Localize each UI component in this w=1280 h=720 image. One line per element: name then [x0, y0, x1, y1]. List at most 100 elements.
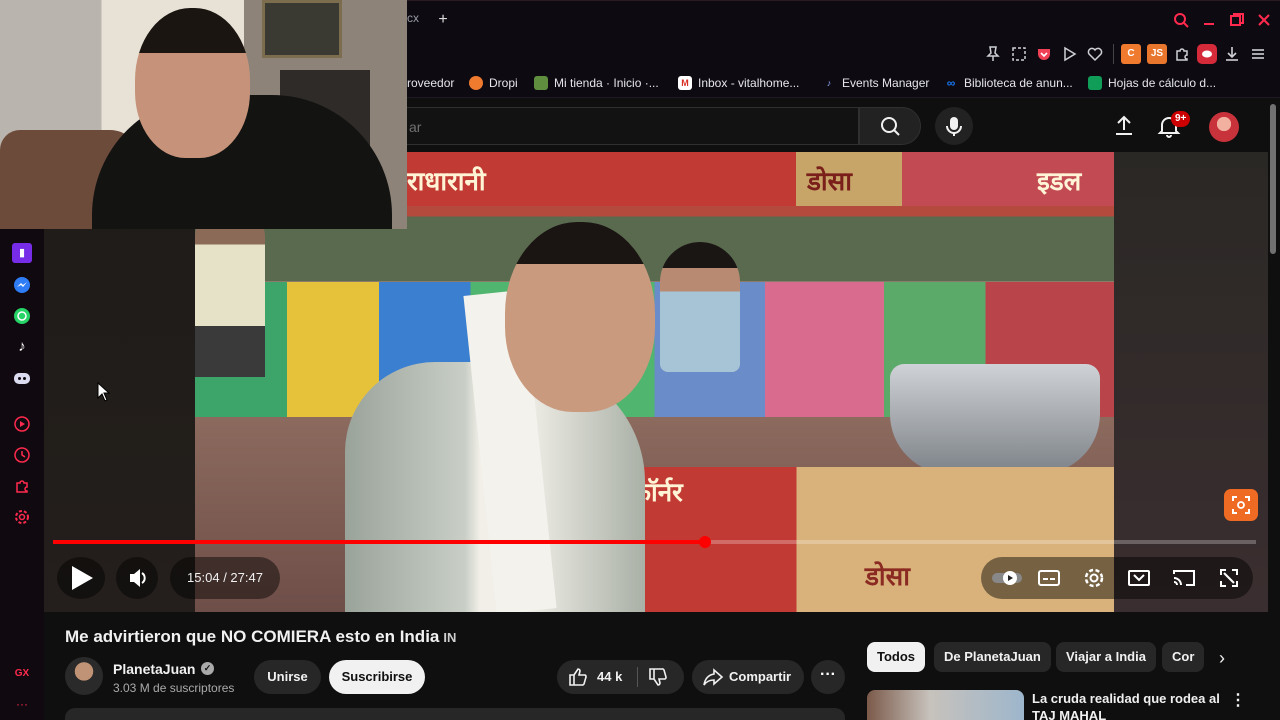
bookmark-label: Dropi [489, 76, 518, 90]
bookmark-mi-tienda[interactable]: Mi tienda · Inicio ·... [534, 75, 659, 91]
discord-icon[interactable] [12, 368, 32, 388]
history-icon[interactable] [12, 445, 32, 465]
presenter-person [345, 212, 675, 612]
like-icon[interactable] [567, 666, 589, 688]
play-icon[interactable] [1059, 44, 1079, 64]
voice-search-icon[interactable] [935, 107, 973, 145]
sign-text: डोसा [865, 562, 910, 592]
autoplay-toggle[interactable] [988, 564, 1022, 592]
vpn-icon[interactable] [1197, 44, 1217, 64]
heart-icon[interactable] [1085, 44, 1105, 64]
snapshot-icon[interactable] [1009, 44, 1029, 64]
meta-icon: ∞ [946, 76, 956, 90]
chip-viajar-a-india[interactable]: Viajar a India [1056, 642, 1156, 672]
miniplayer-icon[interactable] [1125, 564, 1153, 592]
pin-icon[interactable] [983, 44, 1003, 64]
bookmark-label: Inbox - vitalhome... [698, 76, 800, 90]
chip-partial[interactable]: Cor [1162, 642, 1205, 672]
extensions-puzzle-icon[interactable] [1172, 44, 1192, 64]
fullscreen-icon[interactable] [1215, 564, 1243, 592]
bookmark-label: roveedor [407, 76, 455, 90]
events-icon: ♪ [826, 78, 832, 88]
search-tabs-icon[interactable] [1172, 11, 1190, 29]
sheets-icon [1088, 76, 1102, 90]
recommendation-menu-icon[interactable]: ⋮ [1230, 690, 1246, 710]
related-chips: Todos De PlanetaJuan Viajar a India Cor [867, 642, 1263, 674]
minimize-icon[interactable] [1200, 11, 1218, 29]
chevron-right-icon[interactable]: › [1209, 645, 1235, 671]
extension-c-icon[interactable]: C [1121, 44, 1141, 64]
progress-scrubber[interactable] [699, 536, 712, 548]
download-icon[interactable] [1222, 44, 1242, 64]
whatsapp-icon[interactable] [12, 306, 32, 326]
search-input[interactable]: ar [407, 107, 859, 145]
mouse-cursor-icon [97, 382, 111, 402]
extension-js-icon[interactable]: JS [1147, 44, 1167, 64]
notification-badge: 9+ [1171, 111, 1191, 127]
bookmark-proveedor[interactable]: roveedor [407, 75, 454, 91]
channel-avatar[interactable] [65, 657, 103, 695]
recommendation-title[interactable]: La cruda realidad que rodea al TAJ MAHAL [1032, 690, 1222, 720]
volume-button[interactable] [116, 557, 158, 599]
cooking-pot [890, 364, 1100, 474]
share-button[interactable]: Compartir [692, 660, 804, 694]
chip-todos[interactable]: Todos [867, 642, 926, 672]
shop-sign-top: राधारानी डोसा इडल [407, 152, 1114, 206]
twitch-icon[interactable]: ▮ [12, 243, 32, 263]
gmail-icon: M [678, 76, 692, 90]
bookmark-inbox[interactable]: M Inbox - vitalhome... [678, 75, 799, 91]
extensions-icon[interactable] [12, 476, 32, 496]
wall-picture [262, 0, 342, 58]
sidebar-more-icon[interactable]: ··· [12, 694, 32, 714]
close-icon[interactable] [1255, 11, 1273, 29]
browser-window: cx + C JS roveedor Dropi Mi tienda · Ini… [0, 0, 1280, 720]
search-button[interactable] [859, 107, 921, 145]
description-box[interactable] [65, 708, 845, 720]
gx-label[interactable]: GX [12, 664, 32, 684]
lens-search-icon[interactable] [1224, 489, 1258, 521]
pocket-icon[interactable] [1034, 44, 1054, 64]
page-scrollbar[interactable] [1270, 104, 1276, 254]
bookmark-label: Mi tienda · Inicio ·... [554, 76, 659, 90]
messenger-icon[interactable] [12, 275, 32, 295]
more-actions-icon[interactable]: ··· [811, 660, 845, 694]
bookmark-dropi[interactable]: Dropi [469, 75, 518, 91]
progress-bar[interactable] [53, 536, 1256, 548]
share-label: Compartir [729, 669, 792, 684]
account-avatar[interactable] [1209, 112, 1239, 142]
sign-text: डोसा [807, 167, 852, 197]
settings-gear-icon[interactable] [1080, 564, 1108, 592]
shopify-icon [534, 76, 548, 90]
share-icon [702, 666, 724, 688]
cast-icon[interactable] [1170, 564, 1198, 592]
toolbar-divider [1113, 44, 1114, 64]
bookmark-events-manager[interactable]: ♪ Events Manager [822, 75, 930, 91]
video-title-text: Me advirtieron que NO COMIERA esto en In… [65, 627, 440, 646]
like-count[interactable]: 44 k [597, 660, 622, 694]
settings-icon[interactable] [12, 507, 32, 527]
play-button[interactable] [57, 557, 105, 599]
restore-icon[interactable] [1228, 11, 1246, 29]
channel-name[interactable]: PlanetaJuan [113, 661, 195, 677]
country-flag: IN [443, 630, 457, 645]
recommendation-thumbnail[interactable] [867, 690, 1024, 720]
progress-played [53, 540, 706, 544]
tiktok-icon[interactable]: ♪ [12, 337, 32, 357]
search-placeholder: ar [409, 119, 422, 135]
upload-icon[interactable] [1111, 113, 1137, 139]
bookmark-label: Hojas de cálculo d... [1108, 76, 1217, 90]
bookmark-biblioteca[interactable]: ∞ Biblioteca de anun... [944, 75, 1073, 91]
player-icon[interactable] [12, 414, 32, 434]
time-display: 15:04 / 27:47 [170, 557, 280, 599]
tab-partial[interactable]: cx [407, 11, 419, 25]
join-button[interactable]: Unirse [254, 660, 321, 694]
like-divider [637, 667, 638, 687]
new-tab-button[interactable]: + [434, 11, 452, 29]
subtitles-icon[interactable] [1035, 564, 1063, 592]
chip-de-planetajuan[interactable]: De PlanetaJuan [934, 642, 1051, 672]
subscribe-button[interactable]: Suscribirse [329, 660, 425, 694]
menu-icon[interactable] [1248, 44, 1268, 64]
bookmark-hojas[interactable]: Hojas de cálculo d... [1088, 75, 1216, 91]
subscriber-count: 3.03 M de suscriptores [113, 681, 235, 695]
dislike-icon[interactable] [647, 666, 669, 688]
